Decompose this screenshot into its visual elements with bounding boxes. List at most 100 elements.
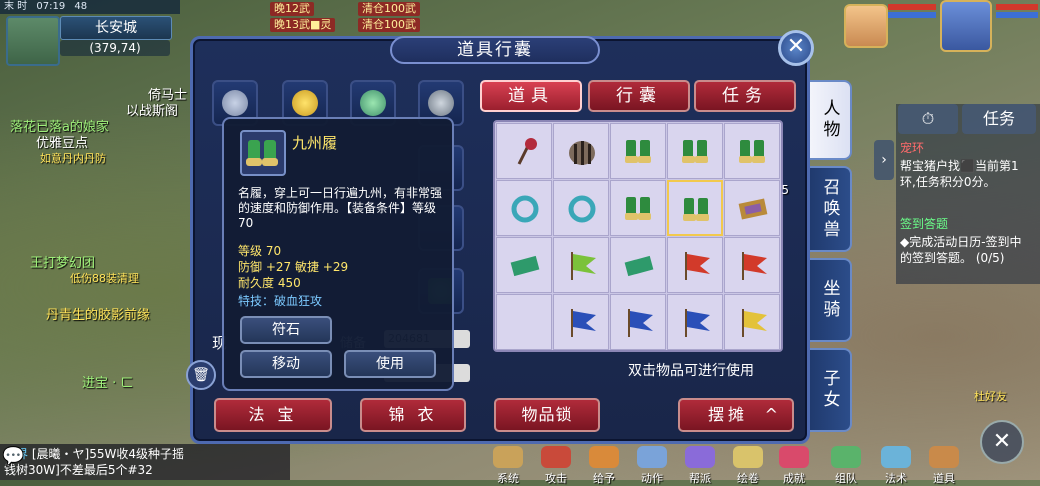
inventory-slot[interactable]: [553, 123, 609, 179]
inventory-slot[interactable]: [496, 294, 552, 350]
inventory-slot[interactable]: [667, 237, 723, 293]
inventory-slot[interactable]: [610, 123, 666, 179]
quest-title[interactable]: 签到答题: [900, 216, 948, 232]
jiuzhou-boots-icon: [681, 194, 713, 226]
inventory-slot[interactable]: [667, 123, 723, 179]
quest-title[interactable]: 宠环: [900, 140, 924, 156]
tab-bag[interactable]: 行囊: [588, 80, 690, 112]
status-strip: 末 时 07:19 48: [0, 0, 180, 14]
menu-item[interactable]: 道具: [924, 446, 964, 486]
blue-banner-icon: [566, 307, 598, 339]
menu-icon: [685, 446, 715, 468]
menu-item[interactable]: 帮派: [680, 446, 720, 486]
close-button[interactable]: ✕: [778, 30, 814, 66]
menu-item[interactable]: 成就: [774, 446, 814, 486]
inventory-slot[interactable]: [496, 180, 552, 236]
tab-items[interactable]: 道具: [480, 80, 582, 112]
inventory-slot[interactable]: [553, 237, 609, 293]
menu-item[interactable]: 绘卷: [728, 446, 768, 486]
jinyi-button[interactable]: 锦 衣: [360, 398, 466, 432]
jiuzhou-boots-icon: [623, 136, 655, 168]
rune-button[interactable]: 符石: [240, 316, 332, 344]
menu-item[interactable]: 给予: [584, 446, 624, 486]
tooltip-level: 等级 70: [238, 244, 282, 258]
menu-label: 系统: [497, 472, 519, 485]
player-avatar[interactable]: [940, 0, 992, 52]
move-button[interactable]: 移动: [240, 350, 332, 378]
menu-label: 攻击: [545, 472, 567, 485]
red-banner-icon: [737, 250, 769, 282]
quest-tab[interactable]: 任务: [962, 104, 1036, 134]
player-mp-bar: [996, 12, 1038, 18]
player-label: 王打梦幻团: [30, 256, 96, 271]
pet-portrait[interactable]: [844, 4, 888, 48]
tooltip-durability: 耐久度 450: [238, 276, 301, 290]
jade-ring-icon: [509, 193, 541, 225]
trash-button[interactable]: 🗑: [186, 360, 216, 390]
inventory-slot[interactable]: [667, 180, 723, 236]
inventory-slot[interactable]: [667, 294, 723, 350]
jiuzhou-boots-icon: [623, 193, 655, 225]
inventory-slot[interactable]: [610, 237, 666, 293]
inventory-slot[interactable]: 5: [724, 180, 789, 236]
tooltip-item-icon: [240, 130, 286, 176]
striped-helmet-icon: [566, 136, 598, 168]
use-button[interactable]: 使用: [344, 350, 436, 378]
bracelet-icon: [428, 90, 454, 116]
chat-line: [晨曦・ヤ]55W收4级种子摇: [31, 447, 184, 461]
minimap[interactable]: [6, 16, 60, 66]
menu-label: 绘卷: [737, 472, 759, 485]
npc-label: 以战斯阁: [126, 104, 179, 119]
inventory-slot[interactable]: [496, 123, 552, 179]
chat-box[interactable]: 世界 [晨曦・ヤ]55W收4级种子摇 钱树30W]不差最后5个#32: [0, 444, 290, 480]
inventory-slot[interactable]: [724, 294, 780, 350]
inventory-slot[interactable]: [610, 294, 666, 350]
side-tab-children[interactable]: 子女: [810, 348, 852, 432]
battery-level: 48: [74, 1, 88, 12]
blue-banner-icon: [623, 307, 655, 339]
player-tag: 晚13武■灵: [270, 18, 336, 32]
menu-item[interactable]: 系统: [488, 446, 528, 486]
inventory-slot[interactable]: [553, 294, 609, 350]
item-lock-button[interactable]: 物品锁: [494, 398, 600, 432]
menu-label: 法术: [885, 472, 907, 485]
tooltip-skill: 特技：破血狂攻: [238, 294, 323, 308]
use-hint: 双击物品可进行使用: [628, 363, 754, 379]
collapse-arrow-icon[interactable]: ›: [874, 140, 894, 180]
fabao-button[interactable]: 法 宝: [214, 398, 332, 432]
tooltip-stats: 防御 +27 敏捷 +29: [238, 260, 349, 274]
close-menu-button[interactable]: ✕: [980, 420, 1024, 464]
menu-label: 道具: [933, 472, 955, 485]
stall-button[interactable]: 摆摊 ^: [678, 398, 794, 432]
chat-bubble-icon[interactable]: 💬: [2, 446, 30, 472]
menu-item[interactable]: 动作: [632, 446, 672, 486]
coordinates: (379,74): [60, 40, 170, 56]
player-label: 进宝 · ㄈ: [82, 376, 134, 391]
side-tab-label: 召唤兽: [819, 177, 840, 241]
side-tab-mount[interactable]: 坐骑: [810, 258, 852, 342]
tooltip-item-name: 九州履: [292, 134, 338, 152]
tab-quest[interactable]: 任务: [694, 80, 796, 112]
inventory-slot[interactable]: [724, 123, 780, 179]
quest-desc[interactable]: 帮宝猪户找⬛当前第1环,任务积分0分。: [900, 158, 1032, 190]
side-tab-label: 人物: [819, 99, 840, 141]
quest-desc[interactable]: ◆完成活动日历-签到中的签到答题。 (0/5): [900, 234, 1032, 266]
menu-icon: [637, 446, 667, 468]
menu-item[interactable]: 攻击: [536, 446, 576, 486]
chat-line: 钱树30W]不差最后5个#32: [4, 463, 153, 477]
inventory-slot[interactable]: [610, 180, 666, 236]
side-tab-pet[interactable]: 召唤兽: [810, 166, 852, 252]
player-tag: 清仓100武: [358, 2, 420, 16]
inventory-slot[interactable]: [724, 237, 780, 293]
menu-item[interactable]: 法术: [876, 446, 916, 486]
menu-item[interactable]: 组队: [826, 446, 866, 486]
inventory-slot[interactable]: [496, 237, 552, 293]
player-label: 杜好友: [974, 390, 1007, 403]
city-name[interactable]: 长安城: [60, 16, 172, 40]
jiuzhou-boots-icon: [680, 136, 712, 168]
trash-icon: 🗑: [192, 367, 210, 383]
inventory-slot[interactable]: [553, 180, 609, 236]
side-tab-character[interactable]: 人物: [810, 80, 852, 160]
stack-count: 5: [781, 183, 789, 197]
timer-tab[interactable]: ⏱: [898, 104, 958, 134]
